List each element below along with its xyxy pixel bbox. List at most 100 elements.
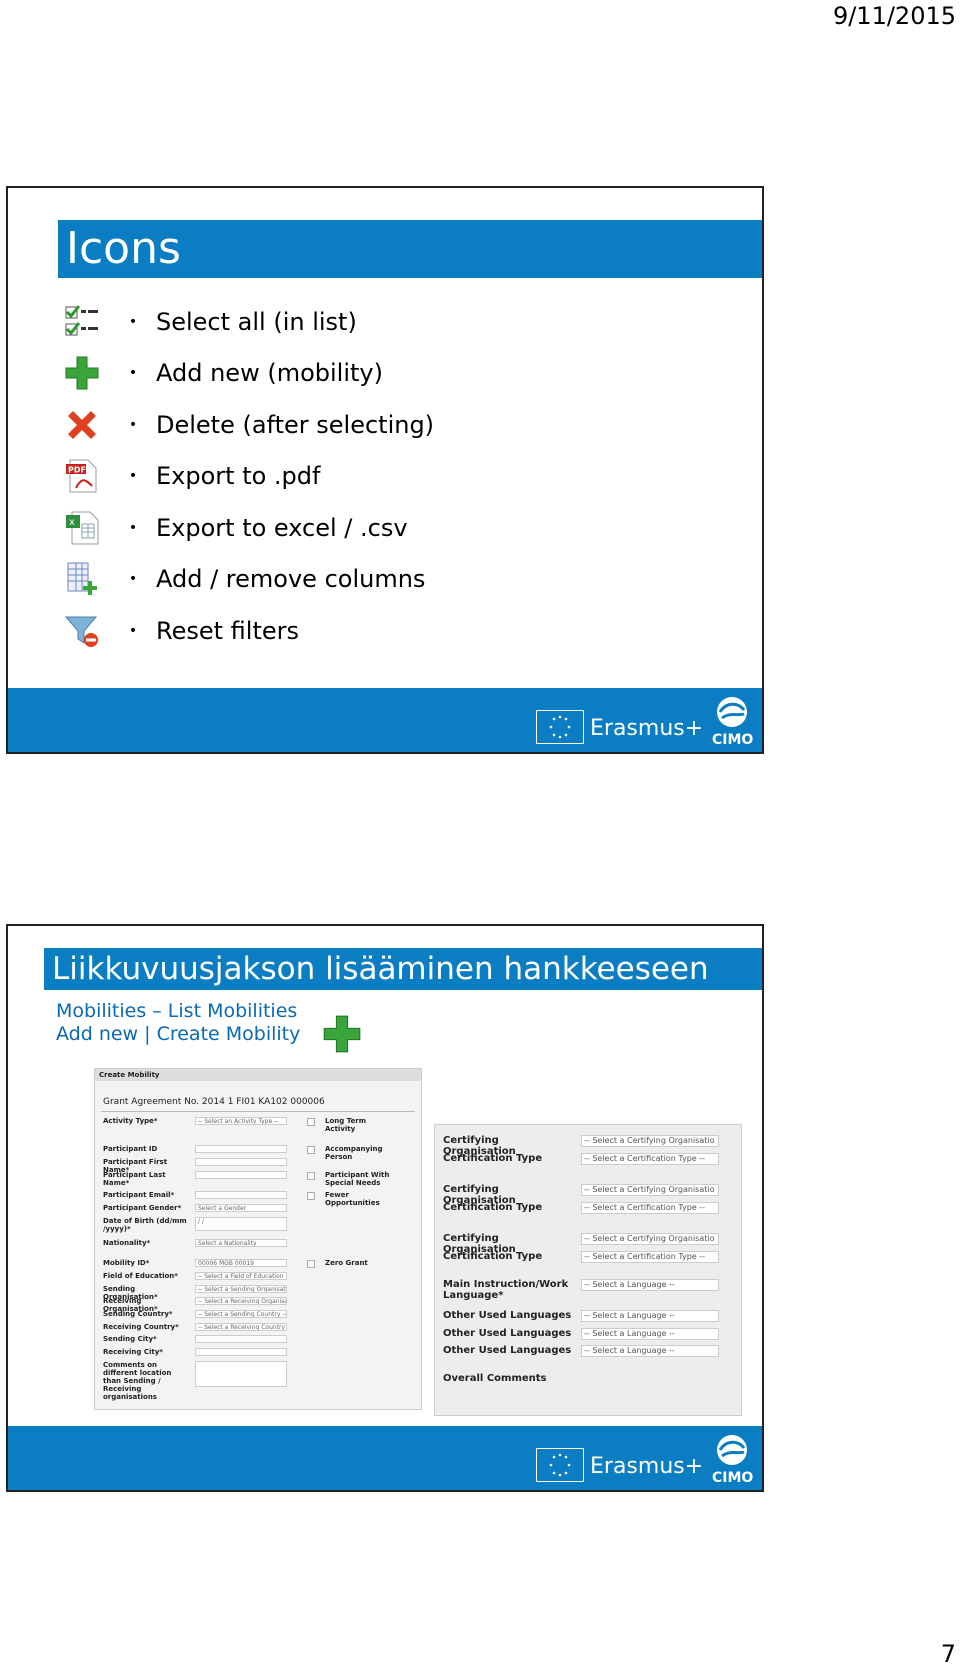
form-row: Participant First Name* — [103, 1158, 303, 1174]
item-label: Delete (after selecting) — [156, 410, 435, 439]
list-item: • Delete (after selecting) — [58, 399, 434, 451]
slide-add-mobility: Liikkuvuusjakson lisääminen hankkeeseen … — [6, 924, 764, 1492]
item-label: Add new (mobility) — [156, 359, 383, 388]
eu-flag-icon — [536, 710, 584, 744]
nav-path-2: Add new | Create Mobility — [56, 1023, 301, 1045]
field-input[interactable]: -- Select an Activity Type -- — [195, 1117, 287, 1125]
form-row: Mobility ID* 00006 MOB 00019 — [103, 1259, 303, 1269]
field-input[interactable]: -- Select a Sending Organisation -- — [195, 1285, 287, 1293]
pdf-icon: PDF — [58, 454, 106, 498]
field-input[interactable]: Select a Nationality — [195, 1239, 287, 1247]
slide-title: Liikkuvuusjakson lisääminen hankkeeseen — [44, 948, 762, 990]
svg-text:x: x — [69, 517, 75, 528]
field-input[interactable]: 00006 MOB 00019 — [195, 1259, 287, 1267]
form-row: Sending Organisation* -- Select a Sending… — [103, 1285, 303, 1301]
checkbox[interactable] — [307, 1260, 315, 1268]
excel-icon: x — [58, 506, 106, 550]
slide-title: Icons — [58, 220, 762, 278]
checkbox-label: Long Term Activity — [325, 1117, 367, 1133]
field-label: Participant ID — [103, 1145, 158, 1153]
certification-form-screenshot: Certifying Organisation -- Select a Certi… — [434, 1124, 742, 1416]
erasmus-logo: Erasmus+ — [590, 1454, 704, 1479]
checkbox-label: Zero Grant — [325, 1259, 368, 1267]
form-row: Comments on different location than Send… — [103, 1361, 303, 1401]
field-label: Activity Type* — [103, 1117, 158, 1125]
form-header: Create Mobility — [95, 1069, 421, 1081]
form-row: Receiving City* — [103, 1348, 303, 1358]
form-row: Participant ID — [103, 1145, 303, 1155]
field-input[interactable]: Select a Gender — [195, 1204, 287, 1212]
field-input[interactable]: / / — [195, 1217, 287, 1231]
form-row: Date of Birth (dd/mm /yyyy)* / / — [103, 1217, 303, 1233]
list-item: • Add new (mobility) — [58, 348, 434, 400]
field-label: Sending City* — [103, 1335, 157, 1343]
icon-legend-list: • Select all (in list) • Add new (mobili… — [58, 296, 434, 657]
field-select[interactable]: -- Select a Certifying Organisatio — [581, 1135, 719, 1147]
field-input[interactable] — [195, 1361, 287, 1387]
field-label: Certification Type — [443, 1251, 543, 1262]
list-item: • Select all (in list) — [58, 296, 434, 348]
field-input[interactable]: -- Select a Field of Education -- — [195, 1272, 287, 1280]
field-label: Overall Comments — [443, 1373, 547, 1384]
field-select[interactable]: -- Select a Language -- — [581, 1310, 719, 1322]
checkbox[interactable] — [307, 1146, 315, 1154]
field-label: Comments on different location than Send… — [103, 1361, 172, 1401]
list-item: PDF • Export to .pdf — [58, 451, 434, 503]
form-row: Activity Type* -- Select an Activity Type… — [103, 1117, 303, 1127]
filter-reset-icon — [58, 609, 106, 653]
item-label: Add / remove columns — [156, 565, 426, 594]
slide-footer: Erasmus+ CIMO — [8, 688, 762, 752]
field-select[interactable]: -- Select a Certification Type -- — [581, 1251, 719, 1263]
list-item: • Reset filters — [58, 605, 434, 657]
form-row: Sending City* — [103, 1335, 303, 1345]
field-label: Certification Type — [443, 1202, 543, 1213]
item-label: Reset filters — [156, 616, 300, 645]
field-select[interactable]: -- Select a Certifying Organisatio — [581, 1233, 719, 1245]
delete-icon — [58, 403, 106, 447]
page-number: 7 — [940, 1640, 956, 1668]
form-row: Participant Gender* Select a Gender — [103, 1204, 303, 1214]
field-input[interactable] — [195, 1191, 287, 1199]
slide-footer: Erasmus+ CIMO — [8, 1426, 762, 1490]
checkbox[interactable] — [307, 1192, 315, 1200]
field-label: Date of Birth (dd/mm /yyyy)* — [103, 1217, 187, 1233]
field-input[interactable] — [195, 1171, 287, 1179]
form-row: Receiving Country* -- Select a Receiving … — [103, 1323, 303, 1333]
checkbox[interactable] — [307, 1172, 315, 1180]
list-item: x • Export to excel / .csv — [58, 502, 434, 554]
field-input[interactable]: -- Select a Receiving Country -- — [195, 1323, 287, 1331]
field-input[interactable] — [195, 1145, 287, 1153]
field-label: Nationality* — [103, 1239, 151, 1247]
field-select[interactable]: -- Select a Language -- — [581, 1279, 719, 1291]
field-label: Other Used Languages — [443, 1345, 572, 1356]
field-label: Sending Country* — [103, 1310, 173, 1318]
field-label: Main Instruction/Work Language* — [443, 1279, 569, 1301]
field-input[interactable] — [195, 1335, 287, 1343]
item-label: Export to excel / .csv — [156, 513, 408, 542]
item-label: Select all (in list) — [156, 307, 357, 336]
checkbox[interactable] — [307, 1118, 315, 1126]
field-label: Field of Education* — [103, 1272, 178, 1280]
field-input[interactable] — [195, 1158, 287, 1166]
field-select[interactable]: -- Select a Certifying Organisatio — [581, 1184, 719, 1196]
add-icon — [58, 351, 106, 395]
field-input[interactable]: -- Select a Sending Country -- — [195, 1310, 287, 1318]
header-date: 9/11/2015 — [832, 2, 956, 30]
grant-agreement: Grant Agreement No. 2014 1 FI01 KA102 00… — [103, 1097, 325, 1107]
form-row: Sending Country* -- Select a Sending Coun… — [103, 1310, 303, 1320]
field-label: Other Used Languages — [443, 1310, 572, 1321]
field-select[interactable]: -- Select a Language -- — [581, 1328, 719, 1340]
item-label: Export to .pdf — [156, 462, 321, 491]
field-label: Receiving Country* — [103, 1323, 179, 1331]
field-label: Participant Last Name* — [103, 1171, 166, 1187]
field-input[interactable] — [195, 1348, 287, 1356]
checkbox-label: Participant With Special Needs — [325, 1171, 390, 1187]
form-row: Participant Last Name* — [103, 1171, 303, 1187]
field-select[interactable]: -- Select a Language -- — [581, 1345, 719, 1357]
field-select[interactable]: -- Select a Certification Type -- — [581, 1202, 719, 1214]
field-input[interactable]: -- Select a Receiving Organisation -- — [195, 1297, 287, 1305]
field-select[interactable]: -- Select a Certification Type -- — [581, 1153, 719, 1165]
create-mobility-form-screenshot: Create Mobility Grant Agreement No. 2014… — [94, 1068, 422, 1410]
form-row: Nationality* Select a Nationality — [103, 1239, 303, 1249]
field-label: Certification Type — [443, 1153, 543, 1164]
